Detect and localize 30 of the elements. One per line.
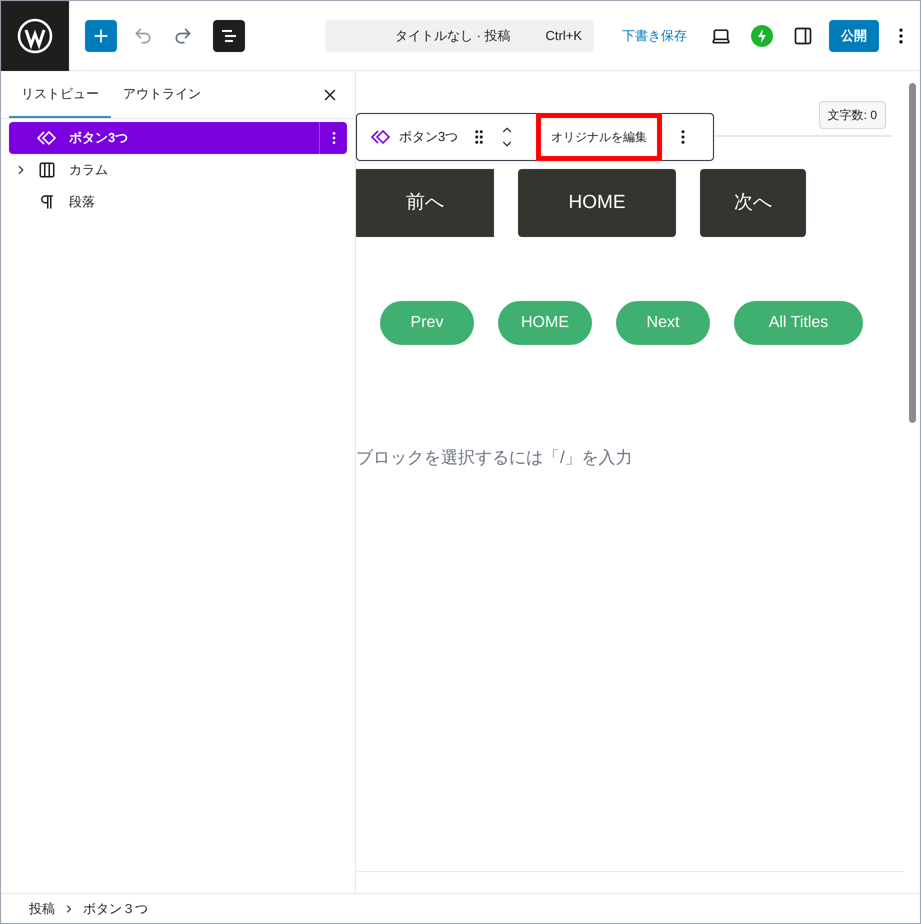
document-overview-button[interactable] [213,20,245,52]
list-icon [220,28,238,44]
redo-icon[interactable] [173,26,193,46]
edit-original-button[interactable]: オリジナルを編集 [536,113,662,161]
breadcrumb-link[interactable]: ボタン３つ [83,898,148,918]
shortcut-label: Ctrl+K [546,26,582,45]
pattern-icon [37,130,57,146]
wordpress-logo[interactable] [1,1,69,70]
block-name[interactable]: ボタン3つ [399,127,458,147]
list-view-item[interactable]: 段落 [9,186,347,218]
nav-button[interactable]: 次へ [700,169,806,237]
publish-button[interactable]: 公開 [829,20,879,52]
breadcrumb-link[interactable]: 投稿 [29,898,55,918]
character-count-badge: 文字数: 0 [818,101,886,129]
lightning-icon[interactable] [751,24,773,46]
pattern-icon [371,129,391,145]
paragraph-icon [38,193,56,211]
undo-icon[interactable] [133,26,153,46]
command-search-field[interactable]: タイトルなし · 投稿 Ctrl+K [325,20,594,52]
add-block-button[interactable] [85,20,117,52]
sidebar-tab[interactable]: アウトライン [111,71,213,118]
nav-button[interactable]: 前へ [356,169,494,237]
list-view-item[interactable]: ボタン3つ [9,122,347,154]
sidebar-toggle-icon[interactable] [793,26,813,46]
nav-button[interactable]: HOME [518,169,676,237]
columns-icon [38,161,56,179]
list-view-item[interactable]: カラム [9,154,347,186]
append-block-hint[interactable]: ブロックを選択するには「/」を入力 [356,445,904,470]
save-draft-link[interactable]: 下書き保存 [622,26,687,46]
sidebar-tab[interactable]: リストビュー [9,71,111,118]
